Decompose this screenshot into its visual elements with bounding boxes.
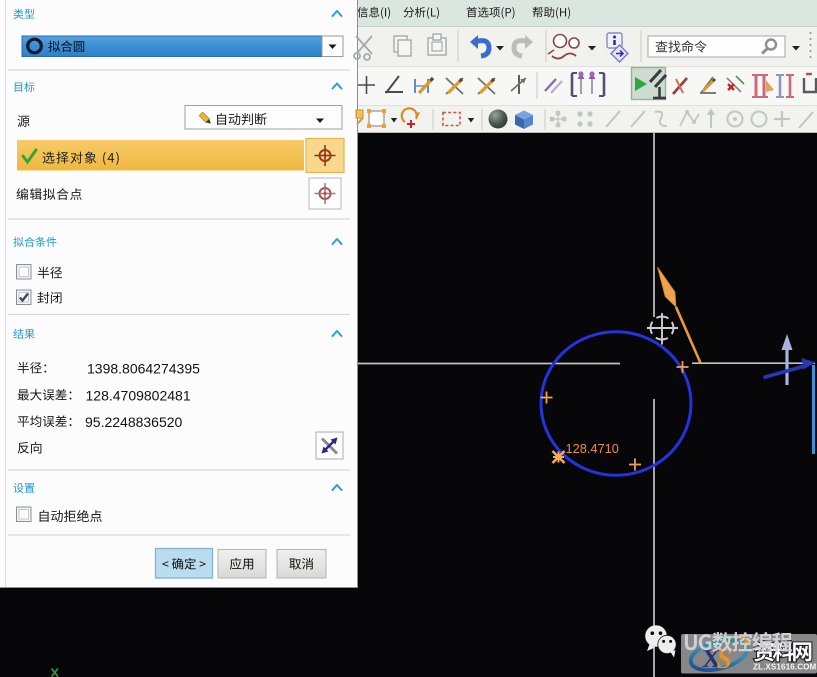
svg-text:95.2248836520: 95.2248836520 [85,414,183,430]
svg-text:128.4709802481: 128.4709802481 [86,388,191,404]
svg-text:128.4710: 128.4710 [566,441,619,456]
svg-text:ZL.XS1616.COM: ZL.XS1616.COM [753,663,817,672]
svg-text:1398.8064274395: 1398.8064274395 [87,361,200,377]
